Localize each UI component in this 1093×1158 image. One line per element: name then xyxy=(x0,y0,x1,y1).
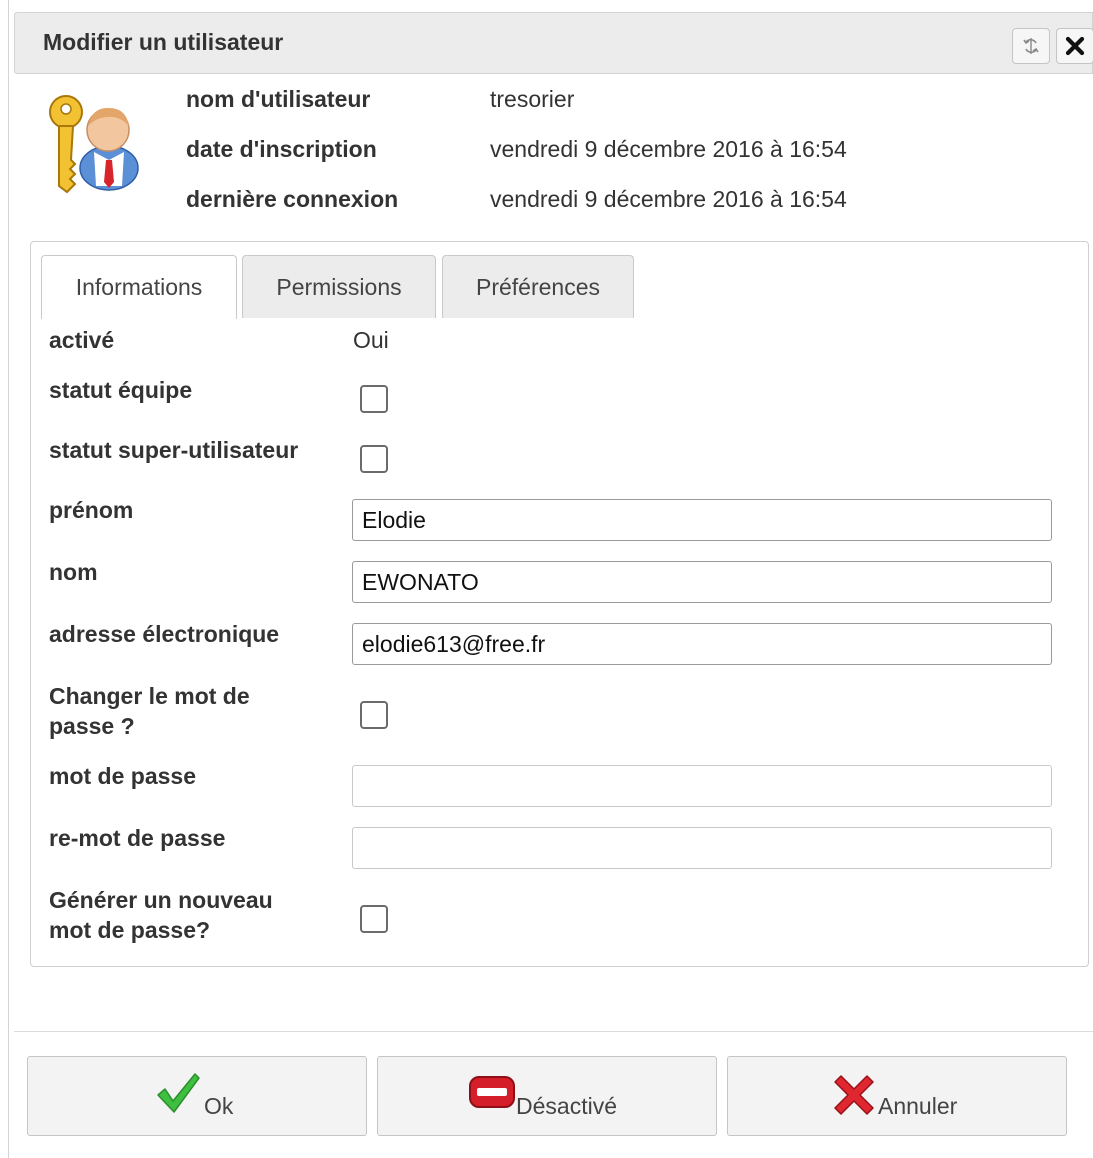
last-login-value: vendredi 9 décembre 2016 à 16:54 xyxy=(490,186,847,212)
password-input[interactable] xyxy=(352,765,1052,807)
generate-password-checkbox[interactable] xyxy=(360,905,388,933)
tab-permissions[interactable]: Permissions xyxy=(242,255,436,318)
ok-button-label: Ok xyxy=(204,1093,234,1119)
user-key-icon xyxy=(49,95,139,194)
close-icon xyxy=(1065,36,1085,56)
cross-icon xyxy=(834,1075,874,1115)
checkmark-icon xyxy=(157,1073,200,1113)
lastname-input[interactable] xyxy=(352,561,1052,603)
firstname-label: prénom xyxy=(49,497,134,523)
dialog-title: Modifier un utilisateur xyxy=(43,29,284,55)
lastname-label: nom xyxy=(49,559,98,585)
last-login-label: dernière connexion xyxy=(186,186,399,212)
close-button[interactable] xyxy=(1056,28,1093,64)
registration-date-value: vendredi 9 décembre 2016 à 16:54 xyxy=(490,136,847,162)
change-password-checkbox[interactable] xyxy=(360,701,388,729)
registration-date-label: date d'inscription xyxy=(186,136,377,162)
team-status-checkbox[interactable] xyxy=(360,385,388,413)
minus-icon xyxy=(469,1076,515,1108)
refresh-icon xyxy=(1023,38,1039,54)
tab-preferences[interactable]: Préférences xyxy=(442,255,634,318)
email-label: adresse électronique xyxy=(49,621,280,647)
team-status-label: statut équipe xyxy=(49,377,193,403)
edit-user-dialog: Modifier un utilisateur nom d'utilisateu… xyxy=(14,12,1093,1158)
change-password-label: Changer le mot de passe ? xyxy=(49,683,250,739)
ok-button[interactable]: Ok xyxy=(27,1056,367,1136)
email-input[interactable] xyxy=(352,623,1052,665)
repassword-label: re-mot de passe xyxy=(49,825,226,851)
active-label: activé xyxy=(49,327,115,353)
refresh-button[interactable] xyxy=(1012,28,1050,64)
repassword-input[interactable] xyxy=(352,827,1052,869)
superuser-status-checkbox[interactable] xyxy=(360,445,388,473)
deactivate-button-label: Désactivé xyxy=(516,1093,617,1119)
username-value: tresorier xyxy=(490,86,575,112)
generate-password-label: Générer un nouveau mot de passe? xyxy=(49,887,273,943)
deactivate-button[interactable]: Désactivé xyxy=(377,1056,717,1136)
tab-panel: Informations Permissions Préférences act… xyxy=(30,241,1089,967)
tab-informations[interactable]: Informations xyxy=(41,255,237,319)
cancel-button-label: Annuler xyxy=(878,1093,958,1119)
username-label: nom d'utilisateur xyxy=(186,86,371,112)
firstname-input[interactable] xyxy=(352,499,1052,541)
password-label: mot de passe xyxy=(49,763,196,789)
cancel-button[interactable]: Annuler xyxy=(727,1056,1067,1136)
background-edge xyxy=(0,0,9,1158)
superuser-status-label: statut super-utilisateur xyxy=(49,437,299,463)
active-value: Oui xyxy=(353,327,389,353)
dialog-titlebar: Modifier un utilisateur xyxy=(14,12,1093,74)
footer-divider xyxy=(14,1031,1093,1032)
